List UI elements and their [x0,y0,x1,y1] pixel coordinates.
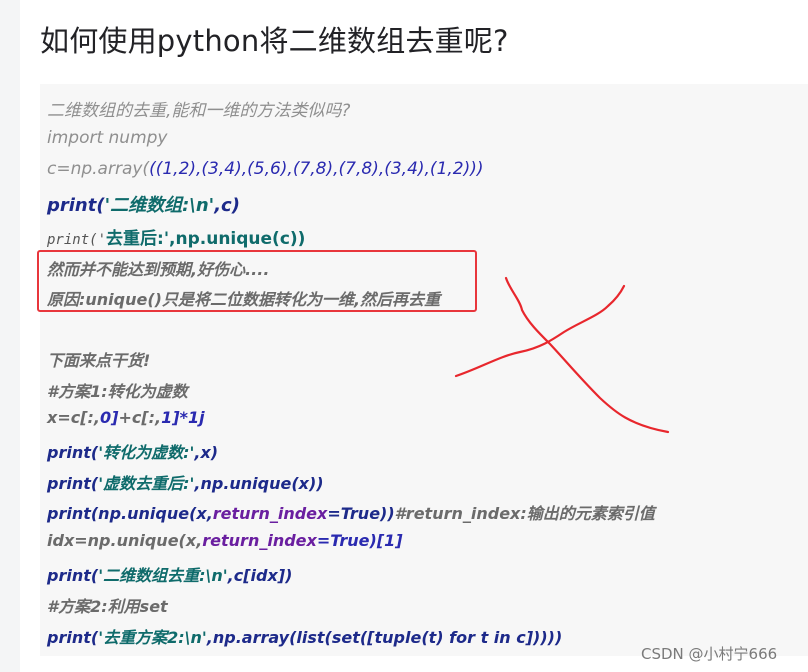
code-token: =True)[1] [316,531,403,550]
code-line-print-dedup: print('二维数组去重:\n',c[idx]) [47,562,292,586]
code-token: ,np.array(list(set([tuple(t) for t in c]… [206,628,563,647]
watermark: CSDN @小村宁666 [641,643,777,664]
code-token: c=np.array( [47,159,150,179]
code-token: 1]*1j [161,408,205,427]
code-line-idx: idx=np.unique(x,return_index=True)[1] [47,531,403,550]
code-token: print(np.unique(x, [47,504,213,523]
code-token: '去重方案2:\n' [98,628,207,647]
cross-mark-icon [454,276,670,434]
code-line-print-unique-x: print('虚数去重后:',np.unique(x)) [47,470,324,494]
code-token: '转化为虚数:' [98,443,195,462]
code-token: print( [47,474,99,493]
code-token: '虚数去重后:' [98,474,195,493]
code-line-import: import numpy [47,128,168,148]
watermark-text: CSDN @小村宁666 [641,645,778,663]
code-token: ,np.unique(c)) [169,229,306,249]
code-token: idx=np.unique(x, [47,531,203,550]
code-line-array: c=np.array(((1,2),(3,4),(5,6),(7,8),(7,8… [47,159,484,179]
code-token: return_index [202,531,317,550]
code-line-plan1-comment: #方案1:转化为虚数 [47,382,188,401]
code-line-print-2d: print('二维数组:\n',c) [47,191,240,217]
highlight-box [37,250,477,312]
code-line-complex: x=c[:,0]+c[:,1]*1j [47,408,205,427]
code-token: x=c[:, [47,408,100,427]
code-line-print-unique: print('去重后:',np.unique(c)) [47,224,305,249]
code-token: return_index [212,504,328,523]
left-rail [0,0,20,672]
code-line-return-index: print(np.unique(x,return_index=True))#re… [47,500,655,524]
code-token: 0] [100,408,119,427]
code-token: print( [47,566,99,585]
code-token: 去重后:' [106,229,170,249]
code-line-plan2-comment: #方案2:利用set [47,597,168,616]
code-token: print( [47,195,105,216]
code-token: ,c) [214,195,240,216]
code-token: ,np.unique(x)) [194,474,324,493]
code-token: print( [47,443,99,462]
code-token: print( [47,628,99,647]
code-token: '二维数组:\n' [104,195,215,216]
code-token: #return_index:输出的元素索引值 [394,504,655,523]
code-token: +c[:, [118,408,162,427]
code-token: '二维数组去重:\n' [98,566,228,585]
code-line-print-set: print('去重方案2:\n',np.array(list(set([tupl… [47,624,562,648]
code-token: ,c[idx]) [227,566,293,585]
code-token: ,x) [194,443,219,462]
code-line-print-complex: print('转化为虚数:',x) [47,439,218,463]
code-token: ((1,2),(3,4),(5,6),(7,8),(7,8),(3,4),(1,… [149,159,484,179]
code-token: print(' [47,232,107,248]
code-token: =True)) [327,504,395,523]
page-title: 如何使用python将二维数组去重呢? [40,24,509,58]
code-line-question: 二维数组的去重,能和一维的方法类似吗? [47,101,351,121]
code-line-heading: 下面来点干货! [47,351,151,370]
